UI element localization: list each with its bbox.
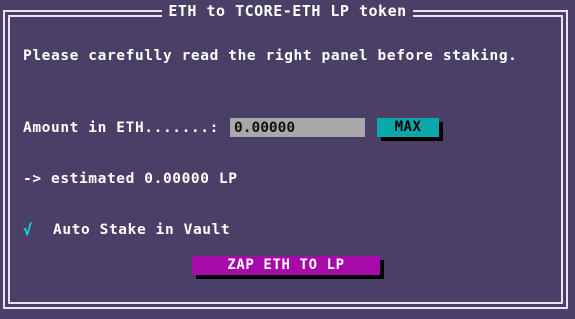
panel-title-text: ETH to TCORE-ETH LP token xyxy=(162,2,413,20)
max-button[interactable]: MAX xyxy=(377,118,439,137)
amount-row: Amount in ETH.......: xyxy=(23,117,219,139)
auto-stake-label[interactable]: Auto Stake in Vault xyxy=(53,222,230,238)
amount-input[interactable] xyxy=(230,118,365,137)
auto-stake-toggle[interactable]: √ Auto Stake in Vault xyxy=(23,220,230,240)
zap-button[interactable]: ZAP ETH TO LP xyxy=(192,256,380,275)
estimate-text: -> estimated 0.00000 LP xyxy=(23,171,238,187)
panel-title: ETH to TCORE-ETH LP token xyxy=(0,2,575,20)
check-icon[interactable]: √ xyxy=(23,221,53,239)
zap-panel: ETH to TCORE-ETH LP token Please careful… xyxy=(0,0,575,319)
warning-text: Please carefully read the right panel be… xyxy=(23,48,518,64)
amount-label: Amount in ETH.......: xyxy=(23,120,219,136)
